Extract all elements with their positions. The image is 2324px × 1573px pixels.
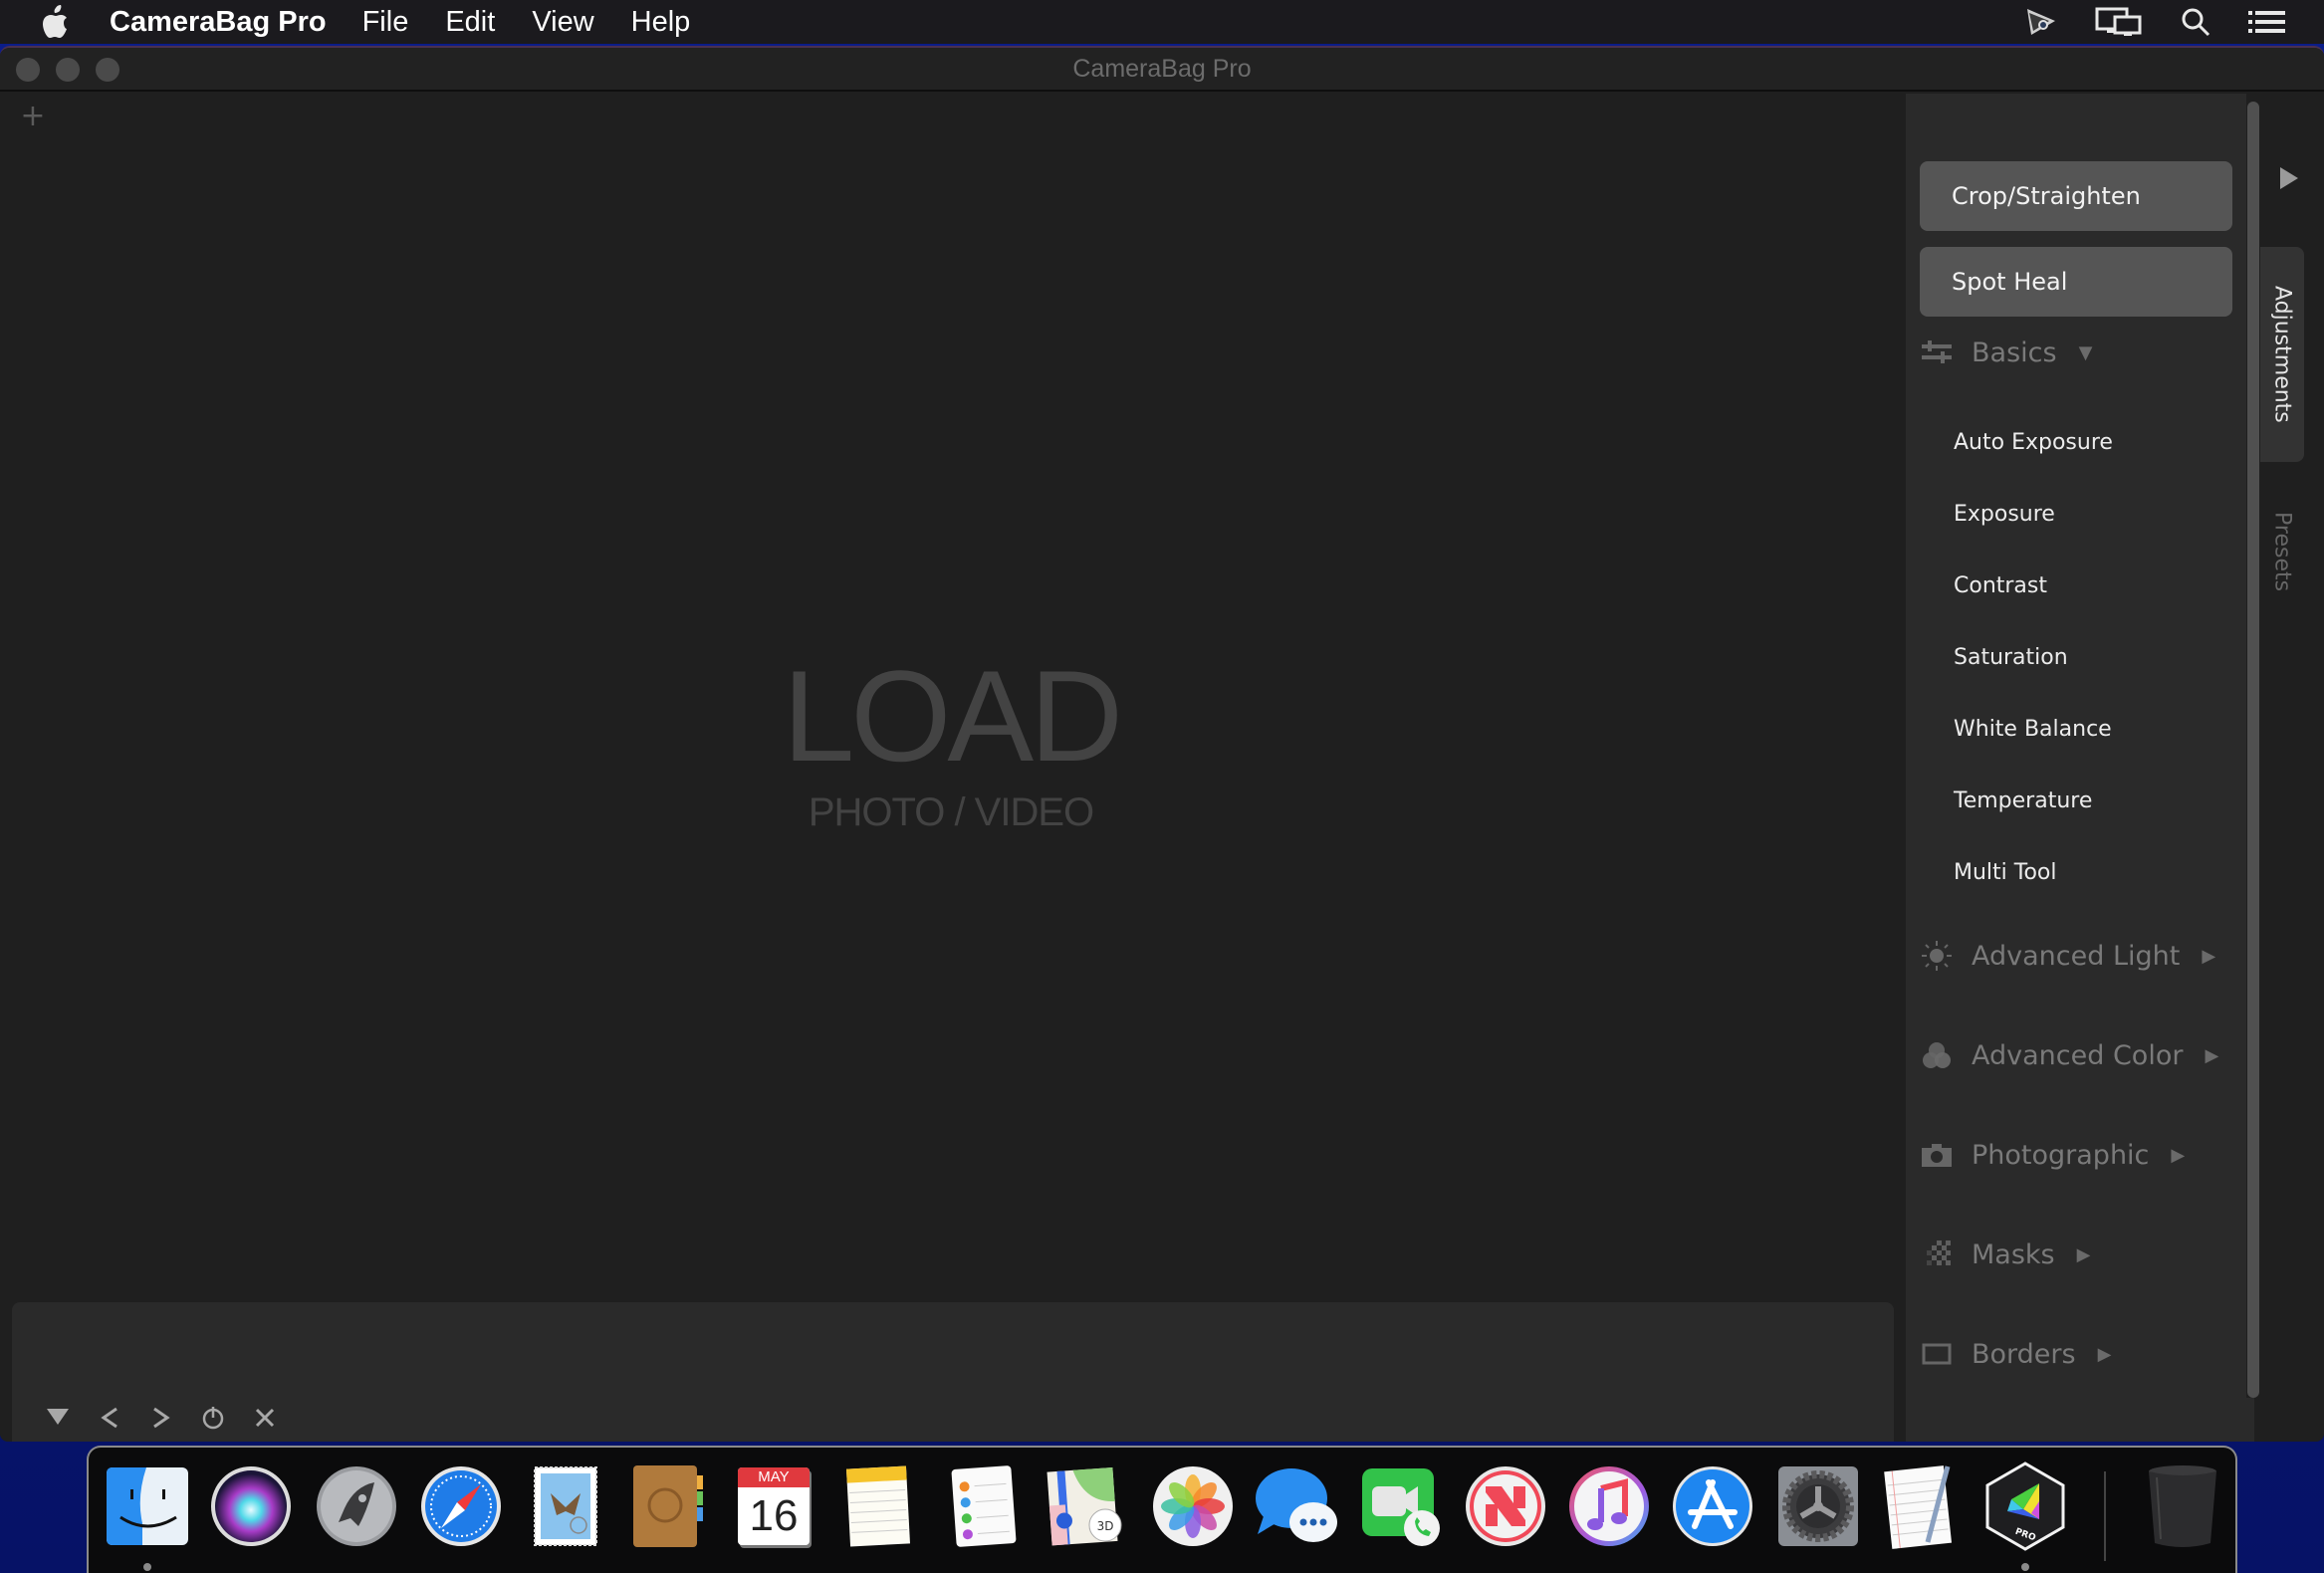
wrench-icon [1920, 1437, 1954, 1442]
filmstrip [12, 1302, 1894, 1442]
panel-tab-strip: Adjustments Presets [2260, 94, 2324, 1442]
adjustment-temperature[interactable]: Temperature [1954, 785, 2092, 816]
section-utility[interactable]: Utility ▶ [1920, 1434, 2086, 1443]
spot-heal-button[interactable]: Spot Heal [1920, 247, 2232, 317]
dock-calendar[interactable]: MAY 16 [731, 1463, 816, 1549]
running-indicator [143, 1563, 151, 1571]
section-advanced-color[interactable]: Advanced Color ▶ [1920, 1035, 2218, 1075]
camera-icon [1920, 1138, 1954, 1172]
app-window: CameraBag Pro + LOAD PHOTO / VIDEO Crop/… [0, 46, 2324, 1442]
chevron-right-icon: ▶ [2205, 1044, 2219, 1066]
section-utility-label: Utility [1972, 1439, 2050, 1443]
load-title[interactable]: LOAD [767, 651, 1135, 781]
svg-text:3D: 3D [1097, 1519, 1114, 1533]
previous-icon[interactable] [84, 1400, 135, 1436]
dock-maps[interactable]: 3D [1045, 1463, 1130, 1549]
adjustment-exposure[interactable]: Exposure [1954, 498, 2055, 530]
adjustment-contrast[interactable]: Contrast [1954, 569, 2047, 601]
section-basics-label: Basics [1972, 337, 2057, 368]
section-borders[interactable]: Borders ▶ [1920, 1334, 2111, 1374]
section-borders-label: Borders [1972, 1338, 2076, 1370]
dock-music[interactable] [1566, 1463, 1652, 1549]
chevron-right-icon: ▶ [2202, 945, 2216, 967]
power-icon[interactable] [187, 1400, 239, 1436]
dock-photos[interactable] [1150, 1463, 1236, 1549]
section-basics[interactable]: Basics ▼ [1920, 333, 2092, 372]
section-photographic[interactable]: Photographic ▶ [1920, 1135, 2185, 1175]
image-canvas[interactable]: + LOAD PHOTO / VIDEO [0, 94, 1904, 1442]
dock-siri[interactable] [208, 1463, 294, 1549]
app-menu[interactable]: CameraBag Pro [110, 6, 327, 39]
dock-textedit[interactable] [1879, 1463, 1965, 1549]
section-masks[interactable]: Masks ▶ [1920, 1235, 2090, 1274]
scrollbar-thumb[interactable] [2247, 102, 2259, 1398]
sliders-icon [1920, 336, 1954, 369]
chevron-right-icon: ▶ [2171, 1144, 2186, 1166]
dock-facetime[interactable] [1359, 1463, 1445, 1549]
menu-edit[interactable]: Edit [445, 6, 495, 39]
running-indicator [2021, 1563, 2029, 1571]
menu-view[interactable]: View [532, 6, 593, 39]
dock-camerabag-pro[interactable]: PRO [1982, 1461, 2068, 1551]
menu-bar: CameraBag Pro File Edit View Help [0, 0, 2324, 44]
section-advanced-light-label: Advanced Light [1972, 940, 2181, 972]
chevron-right-icon: ▶ [2097, 1343, 2112, 1365]
tab-adjustments[interactable]: Adjustments [2260, 247, 2304, 462]
add-icon[interactable]: + [20, 102, 46, 131]
load-subtitle[interactable]: PHOTO / VIDEO [767, 790, 1135, 835]
screen-sharing-icon[interactable] [2025, 7, 2057, 37]
dock-finder[interactable] [105, 1463, 190, 1549]
window-title: CameraBag Pro [1072, 55, 1252, 83]
chevron-down-icon: ▼ [2078, 341, 2093, 363]
dock-app-store[interactable] [1670, 1463, 1755, 1549]
collapse-panel-icon[interactable] [2280, 167, 2300, 191]
frame-icon [1920, 1337, 1954, 1371]
dock-trash[interactable] [2140, 1463, 2225, 1549]
calendar-month: MAY [738, 1467, 810, 1487]
menu-help[interactable]: Help [631, 6, 691, 39]
dock-system-preferences[interactable] [1775, 1463, 1861, 1549]
adjustments-panel: Crop/Straighten Spot Heal Basics ▼ Auto … [1906, 94, 2254, 1442]
color-circles-icon [1920, 1038, 1954, 1072]
adjustment-auto-exposure[interactable]: Auto Exposure [1954, 426, 2113, 458]
dock-separator [2104, 1471, 2106, 1561]
dock-reminders[interactable] [941, 1463, 1027, 1549]
dock: MAY 16 3D PRO [87, 1446, 2237, 1573]
section-photographic-label: Photographic [1972, 1139, 2150, 1171]
displays-icon[interactable] [2095, 7, 2143, 37]
dock-news[interactable] [1463, 1463, 1548, 1549]
dock-contacts[interactable] [626, 1463, 712, 1549]
crop-straighten-button[interactable]: Crop/Straighten [1920, 161, 2232, 231]
collapse-icon[interactable] [32, 1400, 84, 1436]
menu-file[interactable]: File [362, 6, 409, 39]
sun-icon [1920, 939, 1954, 973]
checkerboard-icon [1920, 1237, 1954, 1271]
title-bar: CameraBag Pro [0, 48, 2324, 92]
section-masks-label: Masks [1972, 1238, 2055, 1270]
tab-presets[interactable]: Presets [2260, 492, 2304, 611]
dock-safari[interactable] [418, 1463, 504, 1549]
dock-mail[interactable] [523, 1463, 608, 1549]
next-icon[interactable] [135, 1400, 187, 1436]
filmstrip-controls [32, 1400, 291, 1436]
status-area [2025, 0, 2324, 44]
close-icon[interactable] [239, 1400, 291, 1436]
spotlight-search-icon[interactable] [2181, 7, 2210, 37]
adjustment-white-balance[interactable]: White Balance [1954, 713, 2112, 745]
section-advanced-color-label: Advanced Color [1972, 1039, 2184, 1071]
apple-menu-icon[interactable] [38, 4, 72, 40]
control-center-list-icon[interactable] [2248, 10, 2286, 34]
panel-scrollbar[interactable] [2246, 94, 2260, 1398]
dock-messages[interactable] [1254, 1463, 1339, 1549]
section-advanced-light[interactable]: Advanced Light ▶ [1920, 936, 2215, 976]
adjustment-saturation[interactable]: Saturation [1954, 641, 2068, 673]
chevron-right-icon: ▶ [2076, 1243, 2091, 1265]
dock-notes[interactable] [835, 1463, 921, 1549]
calendar-day: 16 [749, 1491, 799, 1540]
adjustment-multi-tool[interactable]: Multi Tool [1954, 856, 2057, 888]
dock-launchpad[interactable] [314, 1463, 399, 1549]
